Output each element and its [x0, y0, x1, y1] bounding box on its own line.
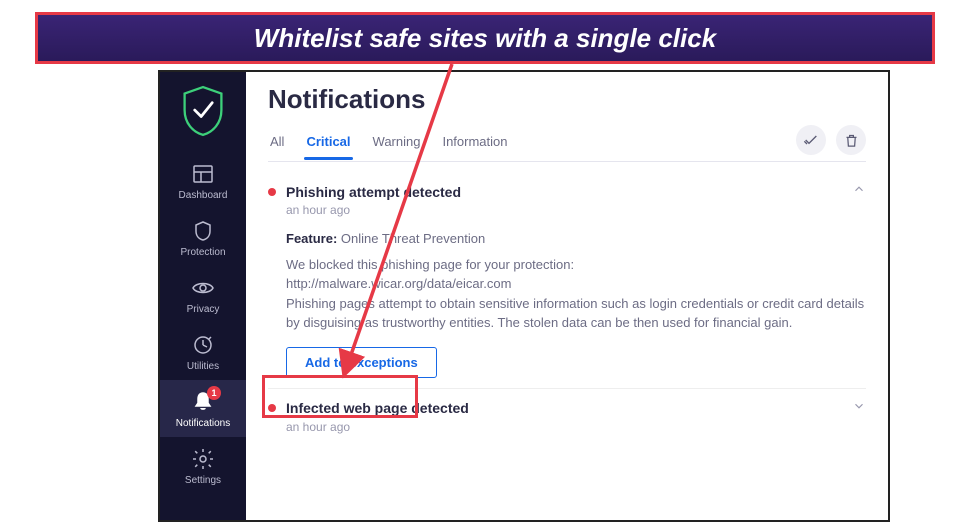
delete-all-button[interactable] — [836, 125, 866, 155]
shield-logo — [180, 84, 226, 138]
chevron-down-icon — [852, 399, 866, 418]
notification-time: an hour ago — [286, 420, 866, 434]
sidebar-item-label: Protection — [180, 247, 225, 258]
sidebar-item-utilities[interactable]: Utilities — [160, 323, 246, 380]
notification-title: Infected web page detected — [286, 400, 469, 416]
sidebar-item-notifications[interactable]: 1 Notifications — [160, 380, 246, 437]
gear-icon — [191, 447, 215, 471]
sidebar-item-settings[interactable]: Settings — [160, 437, 246, 494]
protection-shield-icon — [191, 219, 215, 243]
sidebar-item-label: Settings — [185, 475, 221, 486]
notification-header[interactable]: Phishing attempt detected — [268, 182, 866, 201]
annotation-banner: Whitelist safe sites with a single click — [35, 12, 935, 64]
tab-information[interactable]: Information — [440, 128, 509, 159]
eye-icon — [191, 276, 215, 300]
notifications-list: Phishing attempt detected an hour ago Fe… — [268, 162, 866, 444]
sidebar-item-protection[interactable]: Protection — [160, 209, 246, 266]
feature-line: Feature: Online Threat Prevention — [286, 229, 866, 249]
sidebar-item-label: Dashboard — [179, 190, 228, 201]
notification-desc-url: http://malware.wicar.org/data/eicar.com — [286, 274, 866, 294]
feature-value: Online Threat Prevention — [341, 231, 485, 246]
notification-desc-info: Phishing pages attempt to obtain sensiti… — [286, 294, 866, 333]
sidebar-item-dashboard[interactable]: Dashboard — [160, 152, 246, 209]
sidebar-item-label: Privacy — [187, 304, 220, 315]
page-title: Notifications — [268, 84, 866, 115]
notification-title: Phishing attempt detected — [286, 184, 461, 200]
chevron-up-icon — [852, 182, 866, 201]
sidebar-item-label: Notifications — [176, 418, 230, 429]
sidebar: Dashboard Protection Privacy Utilities 1… — [160, 72, 246, 520]
critical-dot-icon — [268, 188, 276, 196]
mark-all-read-button[interactable] — [796, 125, 826, 155]
notification-time: an hour ago — [286, 203, 866, 217]
tab-all[interactable]: All — [268, 128, 286, 159]
sidebar-item-privacy[interactable]: Privacy — [160, 266, 246, 323]
critical-dot-icon — [268, 404, 276, 412]
tab-row: All Critical Warning Information — [268, 125, 866, 162]
notification-count-badge: 1 — [207, 386, 221, 400]
notification-item: Phishing attempt detected an hour ago Fe… — [268, 172, 866, 389]
sidebar-item-label: Utilities — [187, 361, 219, 372]
dashboard-icon — [191, 162, 215, 186]
utilities-icon — [191, 333, 215, 357]
feature-label: Feature: — [286, 231, 337, 246]
app-window: Dashboard Protection Privacy Utilities 1… — [158, 70, 890, 522]
tab-warning[interactable]: Warning — [371, 128, 423, 159]
bell-icon: 1 — [191, 390, 215, 414]
notification-item: Infected web page detected an hour ago — [268, 389, 866, 444]
add-to-exceptions-button[interactable]: Add to exceptions — [286, 347, 437, 378]
tab-actions — [796, 125, 866, 161]
tab-critical[interactable]: Critical — [304, 128, 352, 159]
notification-desc-line: We blocked this phishing page for your p… — [286, 255, 866, 275]
notification-header[interactable]: Infected web page detected — [268, 399, 866, 418]
main-content: Notifications All Critical Warning Infor… — [246, 72, 888, 520]
notification-body: Feature: Online Threat Prevention We blo… — [286, 229, 866, 378]
annotation-banner-text: Whitelist safe sites with a single click — [254, 23, 716, 54]
